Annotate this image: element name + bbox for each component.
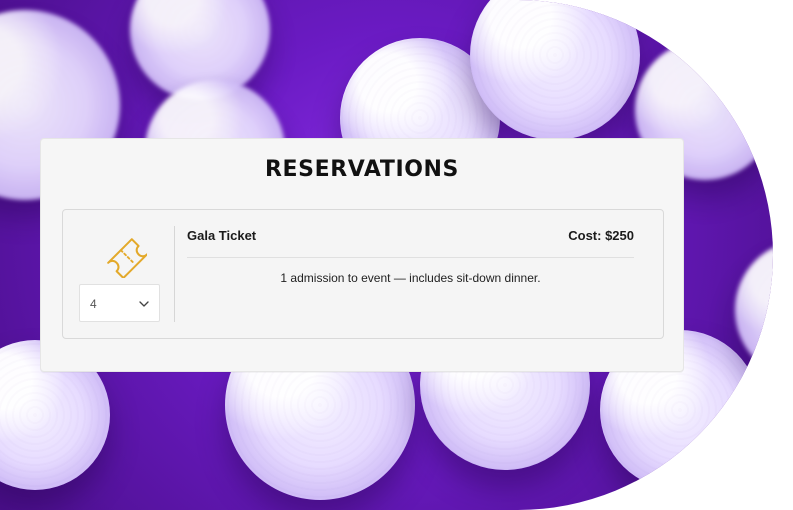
ticket-name: Gala Ticket <box>187 228 257 243</box>
ticket-description: 1 admission to event — includes sit-down… <box>280 271 541 285</box>
chevron-down-icon <box>136 296 152 312</box>
ticket-cost: Cost: $250 <box>568 228 634 243</box>
horizontal-divider <box>187 257 634 258</box>
quantity-select-value: 4 <box>90 297 97 311</box>
ticket-icon <box>93 224 149 280</box>
reservation-item-left: 4 <box>63 210 174 338</box>
reservations-title: RESERVATIONS <box>265 157 459 182</box>
vertical-divider <box>174 226 175 322</box>
reservation-item: 4 Gala Ticket Cost: $250 1 admission to … <box>62 209 664 339</box>
reservation-item-right: Gala Ticket Cost: $250 1 admission to ev… <box>187 210 663 338</box>
quantity-select[interactable]: 4 <box>79 284 160 322</box>
reservations-card: RESERVATIONS 4 Gala Ticket Cost: $250 1 … <box>40 138 684 372</box>
